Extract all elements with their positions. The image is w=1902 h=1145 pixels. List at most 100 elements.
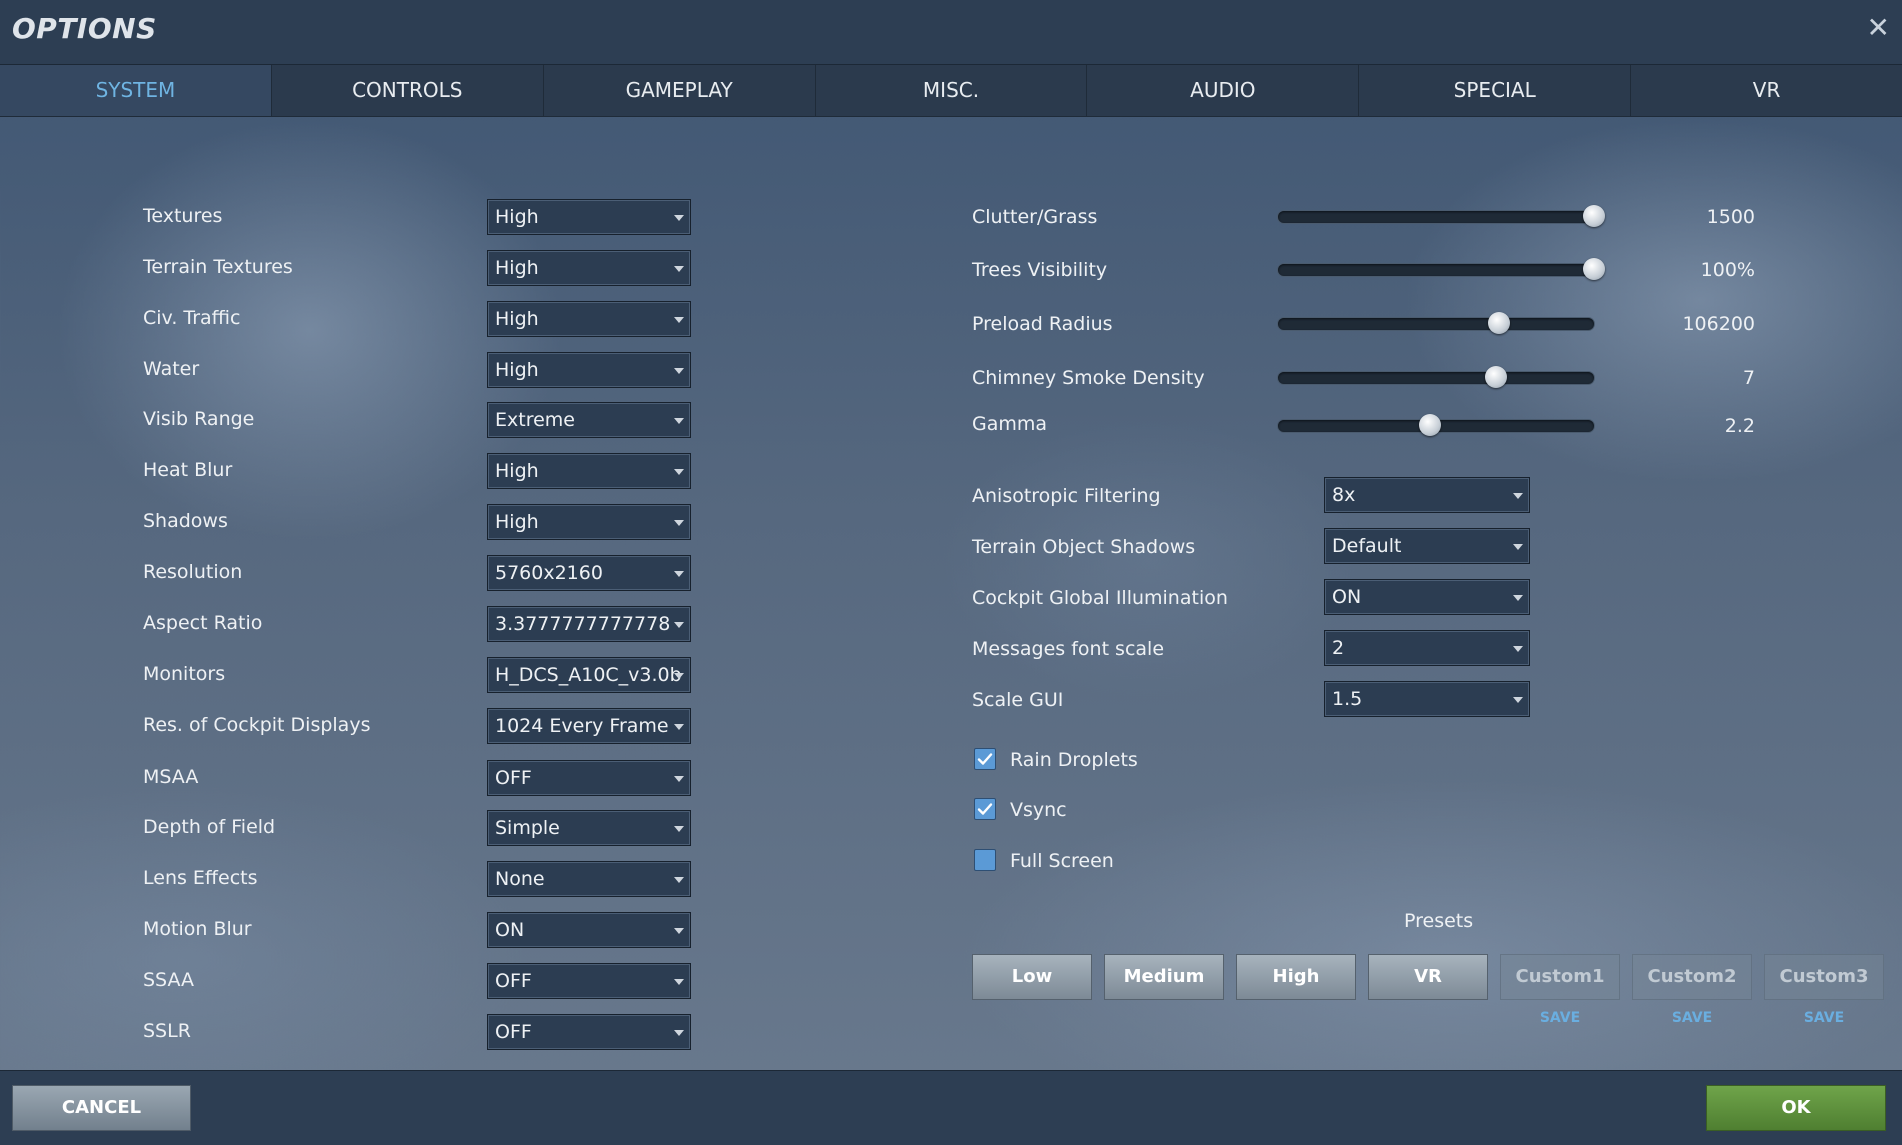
gamma-slider[interactable]	[1278, 414, 1594, 436]
resolution-select[interactable]: 5760x2160	[487, 555, 691, 591]
tab-audio[interactable]: AUDIO	[1087, 65, 1360, 116]
setting-label-civ-traffic: Civ. Traffic	[143, 307, 241, 329]
sslr-select[interactable]: OFF	[487, 1014, 691, 1050]
monitors-select[interactable]: H_DCS_A10C_v3.0b	[487, 657, 691, 693]
chevron-down-icon	[674, 469, 684, 475]
vsync-checkbox[interactable]	[974, 798, 996, 820]
lens-effects-select[interactable]: None	[487, 861, 691, 897]
tab-gameplay[interactable]: GAMEPLAY	[544, 65, 816, 116]
ok-button[interactable]: OK	[1706, 1085, 1886, 1131]
scale-gui-select[interactable]: 1.5	[1324, 681, 1530, 717]
checkmark-icon	[977, 753, 993, 765]
select-value: 3.3777777777778	[495, 613, 671, 635]
heat-blur-select[interactable]: High	[487, 453, 691, 489]
slider-knob[interactable]	[1583, 205, 1605, 227]
chevron-down-icon	[674, 266, 684, 272]
slider-knob[interactable]	[1418, 414, 1441, 436]
depth-of-field-select[interactable]: Simple	[487, 810, 691, 846]
trees-visibility-slider[interactable]	[1278, 258, 1605, 280]
msaa-select[interactable]: OFF	[487, 760, 691, 796]
preset-high-button[interactable]: High	[1236, 954, 1356, 1000]
checkbox-label-rain-droplets: Rain Droplets	[1010, 749, 1138, 771]
chevron-down-icon	[674, 776, 684, 782]
chevron-down-icon	[1513, 646, 1523, 652]
select-value: Default	[1332, 535, 1402, 557]
setting-label-textures: Textures	[143, 205, 223, 227]
checkmark-icon	[977, 803, 993, 815]
footer-bar: CANCEL OK	[0, 1070, 1902, 1145]
preset-custom3-button[interactable]: Custom3	[1764, 954, 1884, 1000]
water-select[interactable]: High	[487, 352, 691, 388]
select-value: 5760x2160	[495, 562, 603, 584]
setting-label-sslr: SSLR	[143, 1020, 191, 1042]
anisotropic-select[interactable]: 8x	[1324, 477, 1530, 513]
setting-label-monitors: Monitors	[143, 663, 226, 685]
select-value: OFF	[495, 970, 532, 992]
select-value: 1.5	[1332, 688, 1363, 710]
setting-label-water: Water	[143, 358, 200, 380]
chevron-down-icon	[674, 928, 684, 934]
visib-range-select[interactable]: Extreme	[487, 402, 691, 438]
chevron-down-icon	[1513, 493, 1523, 499]
preset-vr-button[interactable]: VR	[1368, 954, 1488, 1000]
slider-value-gamma: 2.2	[1724, 415, 1755, 437]
messages-font-scale-select[interactable]: 2	[1324, 630, 1530, 666]
chevron-down-icon	[1513, 697, 1523, 703]
select-value: OFF	[495, 767, 532, 789]
shadows-select[interactable]: High	[487, 504, 691, 540]
civ-traffic-select[interactable]: High	[487, 301, 691, 337]
select-value: ON	[1332, 586, 1362, 608]
tab-special[interactable]: SPECIAL	[1359, 65, 1632, 116]
ssaa-select[interactable]: OFF	[487, 963, 691, 999]
select-value: High	[495, 359, 539, 381]
chimney-smoke-slider[interactable]	[1278, 366, 1594, 388]
slider-knob[interactable]	[1488, 312, 1511, 334]
chevron-down-icon	[674, 877, 684, 883]
chevron-down-icon	[1513, 595, 1523, 601]
close-icon[interactable]: ✕	[1867, 14, 1890, 42]
setting-label-terrain-object-shadows: Terrain Object Shadows	[972, 536, 1196, 558]
cockpit-gi-select[interactable]: ON	[1324, 579, 1530, 615]
slider-knob[interactable]	[1485, 366, 1508, 388]
motion-blur-select[interactable]: ON	[487, 912, 691, 948]
setting-label-msaa: MSAA	[143, 766, 199, 788]
save-custom2-link[interactable]: SAVE	[1632, 1010, 1752, 1026]
full-screen-checkbox[interactable]	[974, 849, 996, 871]
slider-value-chimney-smoke: 7	[1742, 367, 1755, 389]
setting-label-messages-font-scale: Messages font scale	[972, 638, 1165, 660]
clutter-grass-slider[interactable]	[1278, 205, 1605, 227]
chevron-down-icon	[674, 368, 684, 374]
rain-droplets-checkbox[interactable]	[974, 748, 996, 770]
slider-value-clutter-grass: 1500	[1706, 206, 1755, 228]
checkbox-label-vsync: Vsync	[1010, 799, 1067, 821]
tab-vr[interactable]: VR	[1631, 65, 1902, 116]
preset-medium-button[interactable]: Medium	[1104, 954, 1224, 1000]
terrain-object-shadows-select[interactable]: Default	[1324, 528, 1530, 564]
save-custom3-link[interactable]: SAVE	[1764, 1010, 1884, 1026]
cockpit-displays-select[interactable]: 1024 Every Frame	[487, 708, 691, 744]
tab-misc[interactable]: MISC.	[816, 65, 1088, 116]
select-value: 2	[1332, 637, 1345, 659]
tab-system[interactable]: SYSTEM	[0, 65, 272, 116]
chevron-down-icon	[674, 724, 684, 730]
aspect-ratio-select[interactable]: 3.3777777777778	[487, 606, 691, 642]
preset-custom1-button[interactable]: Custom1	[1500, 954, 1620, 1000]
slider-knob[interactable]	[1583, 258, 1605, 280]
preload-radius-slider[interactable]	[1278, 312, 1594, 334]
save-custom1-link[interactable]: SAVE	[1500, 1010, 1620, 1026]
select-value: ON	[495, 919, 525, 941]
setting-label-cockpit-displays: Res. of Cockpit Displays	[143, 714, 371, 736]
cancel-button[interactable]: CANCEL	[12, 1085, 191, 1131]
preset-low-button[interactable]: Low	[972, 954, 1092, 1000]
slider-label-gamma: Gamma	[972, 413, 1048, 435]
select-value: OFF	[495, 1021, 532, 1043]
setting-label-ssaa: SSAA	[143, 969, 194, 991]
tab-bar: SYSTEM CONTROLS GAMEPLAY MISC. AUDIO SPE…	[0, 65, 1902, 117]
select-value: High	[495, 511, 539, 533]
slider-value-preload-radius: 106200	[1682, 313, 1755, 335]
chevron-down-icon	[674, 215, 684, 221]
preset-custom2-button[interactable]: Custom2	[1632, 954, 1752, 1000]
tab-controls[interactable]: CONTROLS	[272, 65, 544, 116]
terrain-textures-select[interactable]: High	[487, 250, 691, 286]
textures-select[interactable]: High	[487, 199, 691, 235]
